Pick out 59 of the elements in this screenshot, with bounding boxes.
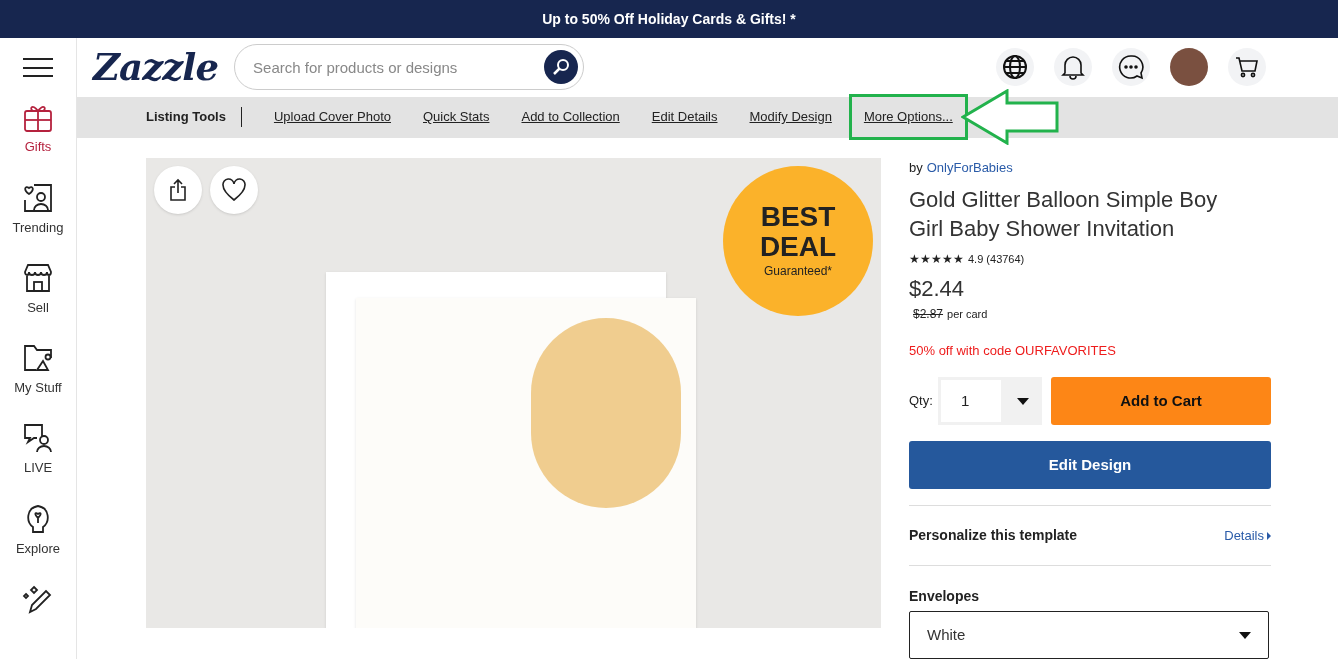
star-rating: ★★★★★ bbox=[909, 253, 964, 266]
sidebar-item[interactable]: Trending bbox=[3, 177, 73, 258]
toolbar-link[interactable]: Modify Design bbox=[749, 107, 832, 127]
cart-button[interactable] bbox=[1228, 48, 1266, 87]
details-link[interactable]: Details bbox=[1224, 525, 1271, 546]
notifications-button[interactable] bbox=[1054, 48, 1092, 87]
designer-link[interactable]: OnlyForBabies bbox=[926, 157, 1013, 177]
chat-icon bbox=[1118, 54, 1144, 81]
avatar[interactable] bbox=[1170, 48, 1208, 87]
caret-icon bbox=[1239, 631, 1251, 639]
share-button[interactable] bbox=[154, 165, 202, 214]
sidebar-item[interactable]: Explore bbox=[3, 498, 73, 579]
quantity-select[interactable]: 1 bbox=[938, 377, 1042, 425]
product-title: Gold Glitter Balloon Simple Boy Girl Baby Shower Invitation bbox=[909, 186, 1219, 243]
caret-icon bbox=[1017, 397, 1029, 405]
messages-button[interactable] bbox=[1112, 48, 1150, 87]
sidebar-item[interactable]: LIVE bbox=[3, 418, 73, 499]
menu-button[interactable] bbox=[23, 58, 53, 78]
promo-code-text: 50% off with code OURFAVORITES bbox=[909, 341, 1117, 360]
toolbar-link[interactable]: Add to Collection bbox=[521, 107, 620, 127]
badge-text: BEST bbox=[760, 201, 836, 232]
price-unit: per card bbox=[947, 306, 988, 322]
bell-icon bbox=[1061, 54, 1085, 81]
globe-icon bbox=[1002, 54, 1028, 81]
byline-label: by bbox=[909, 158, 923, 177]
trending-icon bbox=[22, 181, 54, 214]
badge-text: DEAL bbox=[759, 231, 837, 262]
cart-icon bbox=[1235, 55, 1259, 80]
live-icon bbox=[22, 422, 54, 455]
promo-banner[interactable]: Up to 50% Off Holiday Cards & Gifts! * bbox=[0, 0, 1338, 38]
search-icon bbox=[552, 58, 571, 77]
storefront-icon bbox=[22, 261, 54, 294]
toolbar-title: Listing Tools bbox=[146, 107, 242, 127]
toolbar-link[interactable]: Upload Cover Photo bbox=[273, 107, 391, 127]
section-heading: Personalize this template bbox=[909, 526, 1078, 545]
globe-button[interactable] bbox=[996, 48, 1034, 87]
caret-icon bbox=[1267, 531, 1271, 540]
heart-icon bbox=[221, 177, 247, 202]
rating-count: 4.9 (43764) bbox=[968, 252, 1025, 267]
field-label: Envelopes bbox=[909, 587, 981, 606]
envelopes-select[interactable]: White bbox=[909, 611, 1269, 659]
old-price: $2.87 bbox=[913, 305, 944, 323]
favorite-button[interactable] bbox=[210, 165, 258, 214]
share-icon bbox=[169, 177, 187, 202]
qty-label: Qty: bbox=[909, 392, 934, 411]
search-field[interactable]: Search for products or designs bbox=[234, 44, 585, 91]
sidebar-item[interactable]: Sell bbox=[3, 257, 73, 339]
sidebar-item[interactable]: Gifts bbox=[3, 97, 73, 178]
select-value: White bbox=[927, 624, 966, 645]
quantity-value: 1 bbox=[941, 380, 1001, 422]
add-to-cart-button[interactable]: Add to Cart bbox=[1051, 377, 1271, 425]
toolbar-link[interactable]: More Options... bbox=[848, 94, 968, 140]
sidebar-item[interactable]: My Stuff bbox=[3, 338, 73, 419]
toolbar-link[interactable]: Quick Stats bbox=[423, 107, 490, 127]
logo[interactable]: Zazzle bbox=[93, 39, 219, 95]
price: $2.44 bbox=[909, 274, 966, 303]
badge-caption: Guaranteed* bbox=[763, 262, 833, 280]
toolbar-link[interactable]: Edit Details bbox=[651, 107, 718, 127]
edit-design-button[interactable]: Edit Design bbox=[909, 441, 1271, 489]
